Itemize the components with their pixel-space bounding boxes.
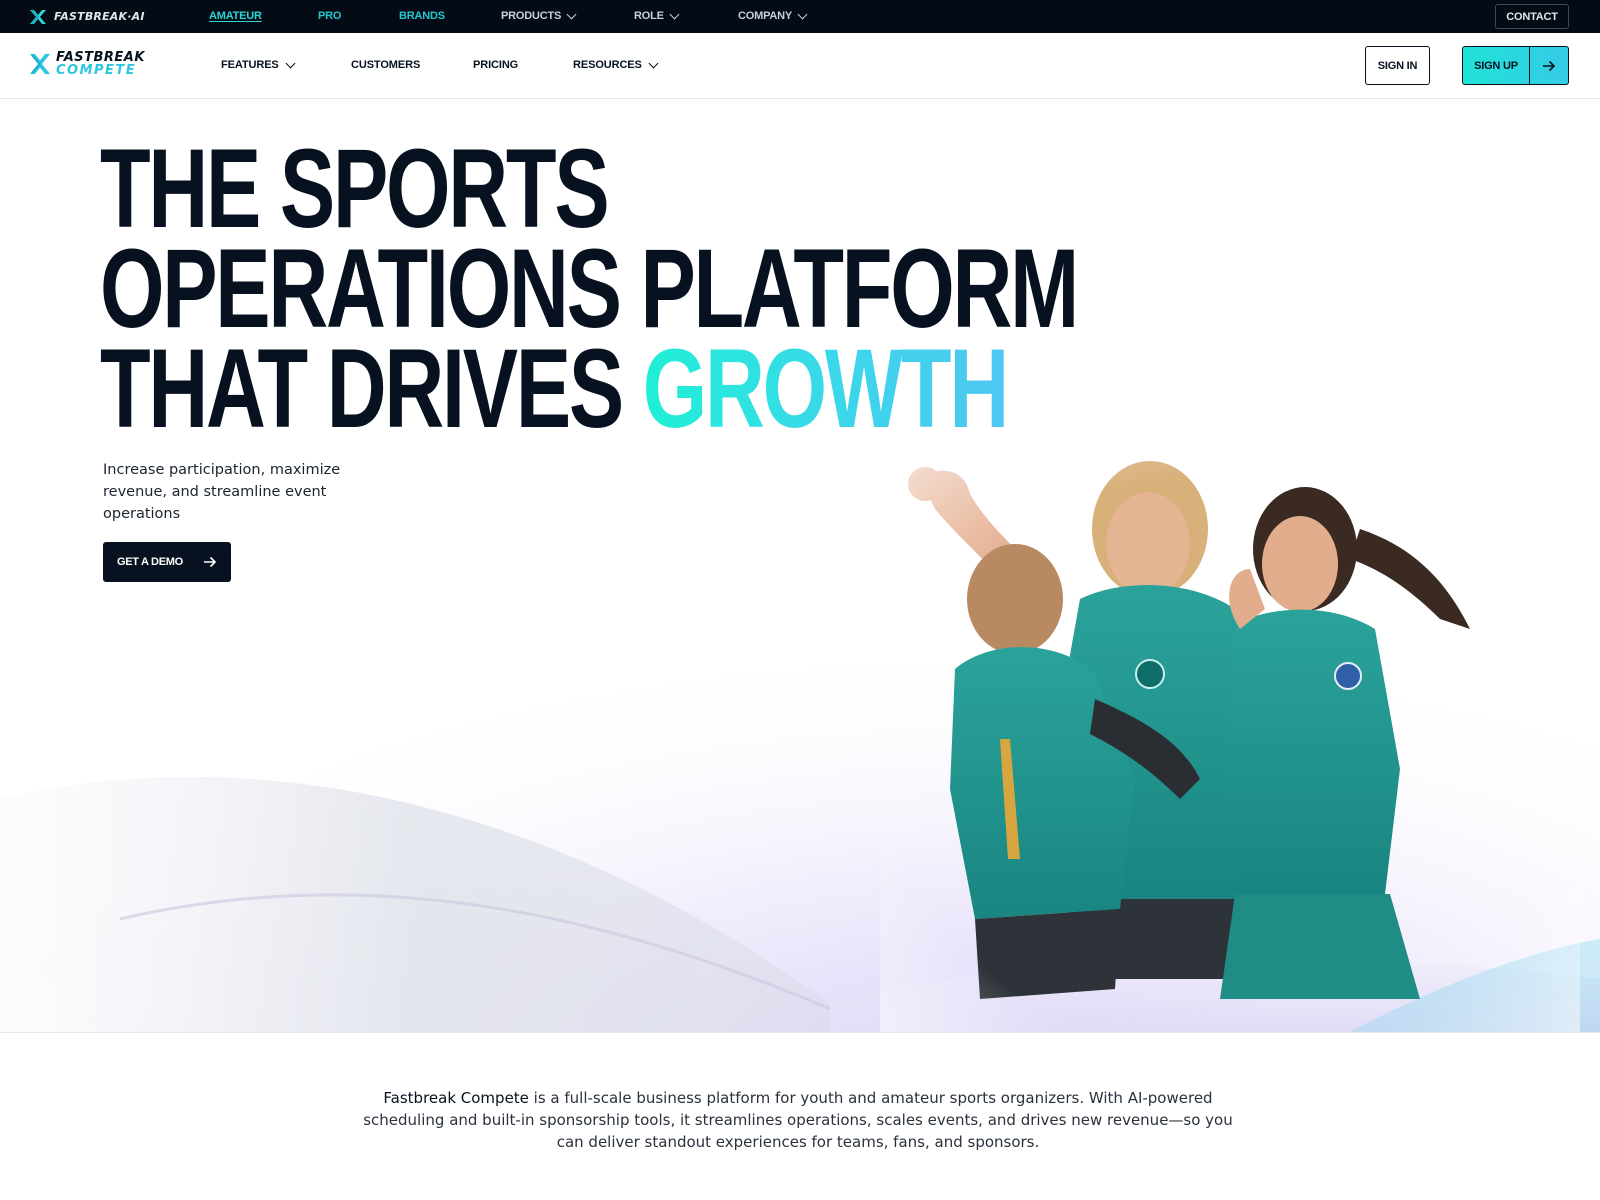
- global-nav-company[interactable]: COMPANY: [738, 9, 808, 22]
- global-nav-amateur[interactable]: AMATEUR: [209, 10, 262, 22]
- headline-accent: GROWTH: [642, 326, 1009, 451]
- arrow-right-icon: [204, 556, 217, 568]
- headline-line-3-prefix: THAT DRIVES: [100, 326, 643, 451]
- global-nav-role[interactable]: ROLE: [634, 9, 680, 22]
- get-a-demo-label: GET A DEMO: [117, 556, 183, 568]
- fastbreak-compete-logo[interactable]: FASTBREAK COMPETE: [28, 51, 145, 77]
- global-nav-label: BRANDS: [399, 10, 445, 22]
- global-nav-label: PRO: [318, 10, 342, 22]
- nav-features[interactable]: FEATURES: [221, 58, 296, 71]
- nav-pricing[interactable]: PRICING: [473, 59, 518, 71]
- headline-line-1: THE SPORTS: [100, 126, 610, 251]
- global-nav-label: ROLE: [634, 10, 664, 22]
- nav-label: CUSTOMERS: [351, 59, 421, 71]
- hero-headline: THE SPORTS OPERATIONS PLATFORM THAT DRIV…: [100, 126, 1079, 445]
- chevron-down-icon: [669, 9, 680, 19]
- get-a-demo-button[interactable]: GET A DEMO: [103, 542, 231, 582]
- sign-up-label: SIGN UP: [1474, 59, 1518, 72]
- sign-up-button[interactable]: SIGN UP: [1462, 46, 1569, 85]
- contact-button[interactable]: CONTACT: [1495, 4, 1569, 29]
- global-nav-pro[interactable]: PRO: [318, 10, 341, 22]
- intro-section: Fastbreak Compete is a full-scale busine…: [0, 1032, 1600, 1200]
- global-nav-products[interactable]: PRODUCTS: [501, 9, 577, 22]
- nav-label: FEATURES: [221, 59, 279, 71]
- brand-wordmark-bottom: COMPETE: [56, 63, 137, 78]
- sign-in-button[interactable]: SIGN IN: [1365, 46, 1430, 85]
- chevron-down-icon: [285, 58, 296, 68]
- intro-paragraph: Fastbreak Compete is a full-scale busine…: [358, 1087, 1238, 1153]
- global-nav-brands[interactable]: BRANDS: [399, 10, 445, 22]
- chevron-down-icon: [648, 58, 659, 68]
- hero-players-image: [880, 439, 1580, 1032]
- fastbreak-ai-wordmark: FASTBREAK·AI: [54, 10, 145, 23]
- nav-customers[interactable]: CUSTOMERS: [351, 59, 420, 71]
- main-header: FASTBREAK COMPETE FEATURES CUSTOMERS PRI…: [0, 33, 1600, 99]
- nav-label: PRICING: [473, 59, 519, 71]
- intro-lead: Fastbreak Compete: [383, 1089, 529, 1107]
- headline-line-2: OPERATIONS PLATFORM: [100, 226, 1079, 351]
- global-nav-bar: FASTBREAK·AI AMATEUR PRO BRANDS PRODUCTS…: [0, 0, 1600, 33]
- fastbreak-x-icon: [30, 9, 46, 24]
- hero-section: THE SPORTS OPERATIONS PLATFORM THAT DRIV…: [0, 99, 1600, 1032]
- nav-resources[interactable]: RESOURCES: [573, 58, 659, 71]
- headline-line-3: THAT DRIVES GROWTH: [100, 333, 1077, 445]
- fastbreak-ai-logo[interactable]: FASTBREAK·AI: [28, 8, 145, 25]
- arrow-right-icon: [1529, 47, 1568, 84]
- nav-label: RESOURCES: [573, 59, 642, 71]
- fastbreak-x-icon: [30, 54, 50, 74]
- global-nav-label: PRODUCTS: [501, 10, 562, 22]
- global-nav-label: COMPANY: [738, 10, 793, 22]
- global-nav-label: AMATEUR: [209, 10, 262, 22]
- hero-subcopy: Increase participation, maximize revenue…: [103, 462, 341, 522]
- chevron-down-icon: [797, 9, 808, 19]
- chevron-down-icon: [566, 9, 577, 19]
